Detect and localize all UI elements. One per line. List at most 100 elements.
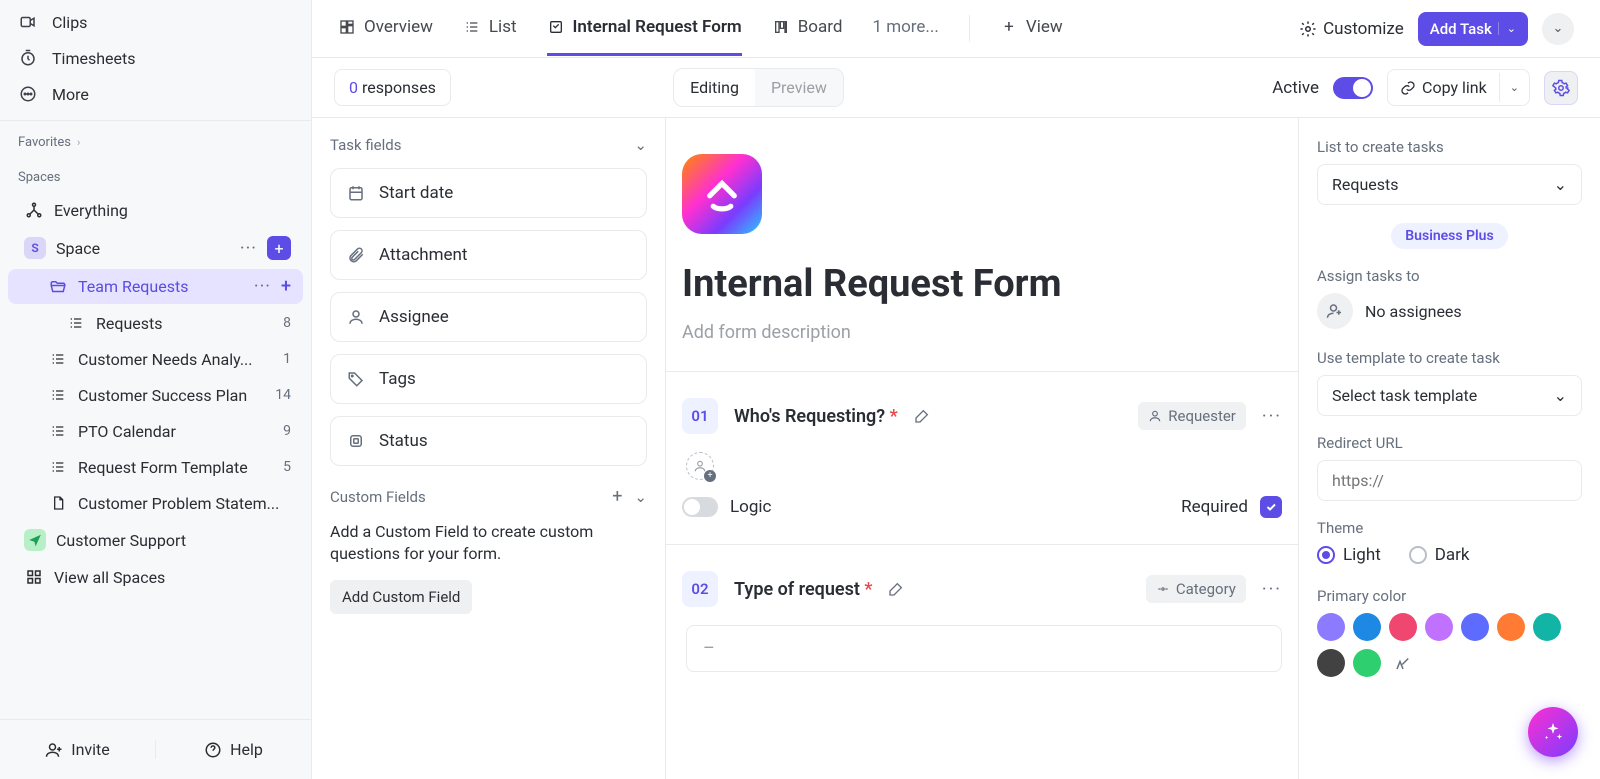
sidebar-item-customer-problem[interactable]: Customer Problem Statem... [8, 486, 303, 520]
tab-label: List [489, 17, 517, 37]
add-view-button[interactable]: + View [1000, 1, 1063, 56]
responses-chip[interactable]: 0 responses [334, 69, 451, 106]
sidebar-item-space[interactable]: S Space ··· + [8, 229, 303, 267]
question-title[interactable]: Type of request * [734, 579, 872, 600]
list-select[interactable]: Requests ⌄ [1317, 164, 1582, 205]
add-assignee-icon [1317, 293, 1353, 329]
field-attachment[interactable]: Attachment [330, 230, 647, 280]
sidebar-item-timesheets[interactable]: Timesheets [0, 40, 311, 76]
chevron-down-icon[interactable]: ⌄ [1498, 22, 1516, 35]
field-start-date[interactable]: Start date [330, 168, 647, 218]
question-card-1[interactable]: 01 Who's Requesting? * Requester ··· Log… [666, 371, 1298, 544]
person-icon [347, 308, 365, 326]
sidebar-item-customer-support[interactable]: Customer Support [8, 522, 303, 558]
sidebar-item-view-all-spaces[interactable]: View all Spaces [8, 560, 303, 594]
more-icon[interactable]: ··· [254, 276, 271, 297]
color-swatch[interactable] [1317, 649, 1345, 677]
expand-button[interactable]: ⌄ [1542, 13, 1574, 45]
plus-icon[interactable]: + [281, 276, 291, 297]
plus-icon[interactable]: + [612, 486, 622, 507]
add-task-button[interactable]: Add Task ⌄ [1418, 12, 1528, 46]
customize-button[interactable]: Customize [1299, 19, 1404, 39]
eyedropper-icon[interactable] [1389, 649, 1417, 677]
chevron-down-icon[interactable]: ⌄ [1499, 73, 1529, 102]
assignee-placeholder[interactable] [686, 452, 714, 480]
dropdown-placeholder[interactable]: – [686, 625, 1282, 672]
editing-mode[interactable]: Editing [674, 69, 755, 106]
edit-icon[interactable] [914, 408, 930, 424]
sidebar-item-customer-success[interactable]: Customer Success Plan 14 [8, 378, 303, 412]
required-checkbox[interactable] [1260, 496, 1282, 518]
sidebar-item-requests[interactable]: Requests 8 [8, 306, 303, 340]
question-card-2[interactable]: 02 Type of request * Category ··· – [666, 544, 1298, 714]
question-field-tag[interactable]: Category [1146, 575, 1246, 603]
help-button[interactable]: Help [156, 740, 311, 759]
tab-label: Internal Request Form [573, 17, 742, 37]
question-title[interactable]: Who's Requesting? * [734, 406, 898, 427]
sidebar-item-team-requests[interactable]: Team Requests ··· + [8, 269, 303, 304]
add-button[interactable]: + [267, 236, 291, 260]
sidebar-item-customer-needs[interactable]: Customer Needs Analy... 1 [8, 342, 303, 376]
copy-link-button[interactable]: Copy link ⌄ [1387, 69, 1530, 106]
color-swatch[interactable] [1353, 649, 1381, 677]
custom-fields-label: Custom Fields [330, 488, 426, 506]
field-status[interactable]: Status [330, 416, 647, 466]
form-toolbar: 0 responses Editing Preview Active Copy … [312, 58, 1600, 118]
sidebar-item-label: PTO Calendar [78, 422, 176, 441]
color-swatch[interactable] [1425, 613, 1453, 641]
sidebar-item-request-form-template[interactable]: Request Form Template 5 [8, 450, 303, 484]
template-label: Use template to create task [1317, 349, 1582, 367]
theme-light-option[interactable]: Light [1317, 545, 1381, 565]
color-swatch[interactable] [1353, 613, 1381, 641]
chevron-right-icon: › [77, 136, 80, 149]
logic-toggle[interactable] [682, 497, 718, 517]
template-select[interactable]: Select task template ⌄ [1317, 375, 1582, 416]
sidebar-item-more[interactable]: More [0, 76, 311, 112]
section-label: Favorites [18, 135, 71, 150]
field-assignee[interactable]: Assignee [330, 292, 647, 342]
tab-list[interactable]: List [463, 1, 517, 56]
field-tags[interactable]: Tags [330, 354, 647, 404]
option-label: Light [1343, 545, 1381, 565]
color-swatch[interactable] [1461, 613, 1489, 641]
question-more-icon[interactable]: ··· [1262, 579, 1282, 600]
workspace: Task fields ⌄ Start date Attachment Assi… [312, 118, 1600, 779]
form-title[interactable]: Internal Request Form [682, 262, 1282, 306]
field-label: Start date [379, 183, 453, 203]
preview-mode[interactable]: Preview [755, 69, 843, 106]
sidebar-item-label: Customer Problem Statem... [78, 494, 279, 513]
theme-dark-option[interactable]: Dark [1409, 545, 1470, 565]
assignee-row[interactable]: No assignees [1317, 293, 1582, 329]
invite-button[interactable]: Invite [0, 740, 156, 759]
tab-overview[interactable]: Overview [338, 1, 433, 56]
form-description[interactable]: Add form description [682, 322, 1282, 343]
more-icon[interactable]: ··· [240, 238, 257, 259]
favorites-section[interactable]: Favorites › [0, 121, 311, 156]
form-logo[interactable] [682, 154, 762, 234]
sidebar-item-pto[interactable]: PTO Calendar 9 [8, 414, 303, 448]
color-swatch[interactable] [1389, 613, 1417, 641]
chevron-down-icon[interactable]: ⌄ [634, 488, 647, 506]
question-more-icon[interactable]: ··· [1262, 406, 1282, 427]
sidebar-item-everything[interactable]: Everything [8, 193, 303, 227]
tab-form[interactable]: Internal Request Form [547, 1, 742, 56]
edit-icon[interactable] [888, 581, 904, 597]
logic-label: Logic [730, 497, 771, 517]
list-label: List to create tasks [1317, 138, 1582, 156]
color-swatch[interactable] [1317, 613, 1345, 641]
form-settings-button[interactable] [1544, 71, 1578, 105]
active-toggle[interactable] [1333, 77, 1373, 99]
sidebar-content: Clips Timesheets More Favorites › Spaces… [0, 0, 311, 719]
add-custom-field-button[interactable]: Add Custom Field [330, 580, 472, 614]
redirect-input[interactable] [1317, 460, 1582, 501]
color-swatch[interactable] [1497, 613, 1525, 641]
ai-fab-button[interactable] [1528, 707, 1578, 757]
tab-more[interactable]: 1 more... [872, 1, 938, 56]
task-fields-header[interactable]: Task fields ⌄ [330, 136, 647, 154]
custom-fields-header: Custom Fields + ⌄ [330, 486, 647, 507]
sidebar-item-clips[interactable]: Clips [0, 4, 311, 40]
color-swatch[interactable] [1533, 613, 1561, 641]
tab-board[interactable]: Board [772, 1, 843, 56]
question-field-tag[interactable]: Requester [1138, 402, 1246, 430]
list-icon [48, 349, 68, 369]
